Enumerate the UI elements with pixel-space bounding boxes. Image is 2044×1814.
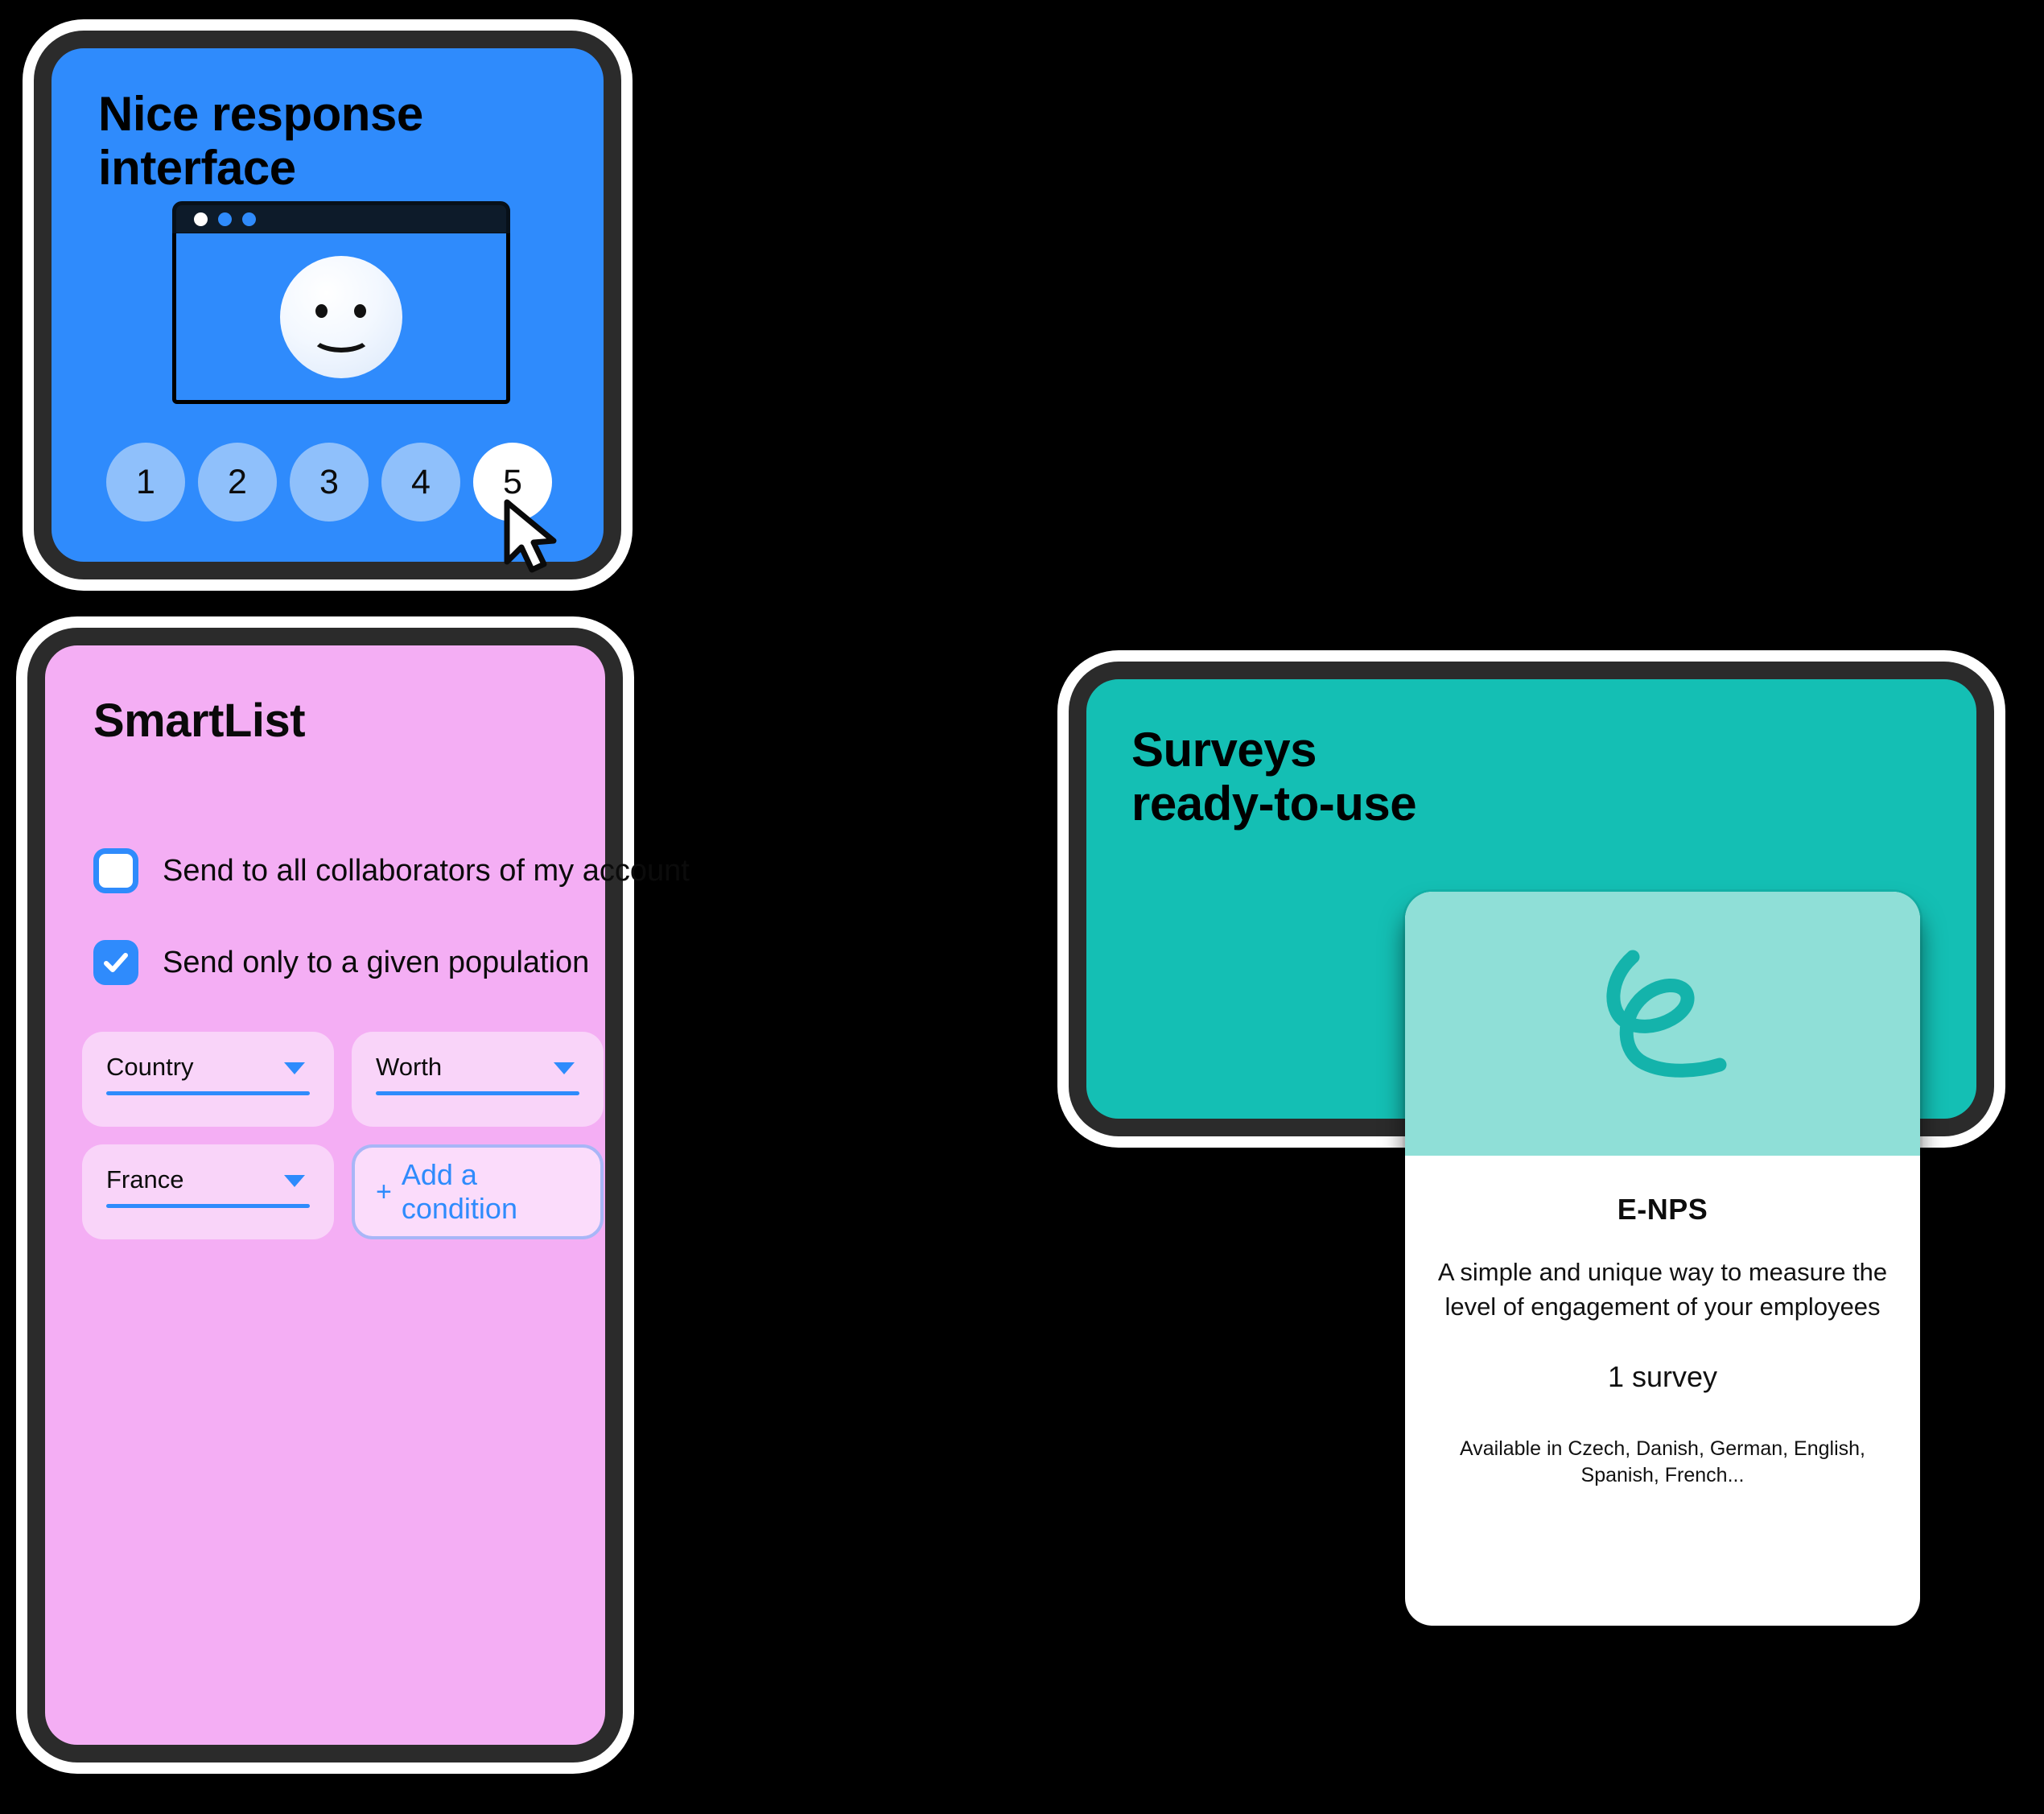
dropdown-worth-value: Worth	[376, 1053, 443, 1081]
enps-card-body: E-NPS A simple and unique way to measure…	[1405, 1156, 1920, 1490]
screenshot-stage: Nice response interface 1 2 3 4 5 SmartL…	[0, 0, 2044, 1814]
enps-card-hero	[1405, 892, 1920, 1156]
nice-response-interface-card: Nice response interface 1 2 3 4 5	[34, 31, 621, 579]
checkbox-given-population[interactable]	[93, 940, 138, 985]
chevron-down-icon[interactable]	[554, 1062, 575, 1074]
dropdown-france-value: France	[106, 1165, 184, 1194]
checkbox-all-collaborators[interactable]	[93, 848, 138, 893]
dropdown-france[interactable]: France	[82, 1144, 334, 1239]
cursive-e-logo-icon	[1606, 950, 1727, 1078]
enps-survey-languages: Available in Czech, Danish, German, Engl…	[1460, 1437, 1865, 1487]
window-dot-blue-icon	[218, 212, 232, 226]
field-underline	[106, 1091, 310, 1095]
dropdown-worth[interactable]: Worth	[352, 1032, 604, 1127]
browser-viewport	[172, 233, 510, 404]
enps-survey-count: 1 survey	[1607, 1359, 1718, 1393]
checkbox-row-all-collaborators[interactable]: Send to all collaborators of my account	[93, 848, 690, 893]
enps-survey-name: E-NPS	[1617, 1193, 1708, 1226]
condition-fields-grid: Country Worth France + Add a condition	[82, 1032, 604, 1239]
checkbox-label-all-collaborators: Send to all collaborators of my account	[163, 853, 690, 888]
blue-card-title: Nice response interface	[98, 87, 423, 196]
field-underline	[376, 1091, 579, 1095]
teal-card-title: Surveys ready-to-use	[1131, 723, 1417, 831]
checkbox-row-given-population[interactable]: Send only to a given population	[93, 940, 589, 985]
rating-scale: 1 2 3 4 5	[106, 443, 552, 522]
smartlist-card: SmartList Send to all collaborators of m…	[27, 628, 690, 1762]
smiley-eye-left-icon	[315, 303, 328, 318]
smiley-mouth-icon	[311, 320, 372, 352]
chevron-down-icon[interactable]	[284, 1062, 305, 1074]
add-condition-label: Add a condition	[401, 1158, 517, 1225]
add-condition-button[interactable]: + Add a condition	[352, 1144, 604, 1239]
rating-option-2[interactable]: 2	[198, 443, 277, 522]
mouse-pointer-icon	[504, 499, 557, 573]
smiley-face-icon	[280, 255, 402, 378]
checkbox-label-given-population: Send only to a given population	[163, 945, 590, 979]
smartlist-title: SmartList	[93, 695, 306, 747]
window-dot-white-icon	[194, 212, 208, 226]
smiley-eye-right-icon	[354, 303, 366, 318]
rating-option-1[interactable]: 1	[106, 443, 185, 522]
dropdown-country-value: Country	[106, 1053, 194, 1081]
chevron-down-icon[interactable]	[284, 1175, 305, 1187]
plus-icon: +	[376, 1176, 392, 1207]
rating-option-4[interactable]: 4	[381, 443, 460, 522]
check-icon	[104, 953, 128, 972]
rating-option-3[interactable]: 3	[290, 443, 369, 522]
browser-window-mockup	[172, 201, 510, 404]
enps-survey-description: A simple and unique way to measure the l…	[1437, 1258, 1888, 1321]
dropdown-country[interactable]: Country	[82, 1032, 334, 1127]
browser-title-bar	[172, 201, 510, 237]
window-dot-blue-icon	[242, 212, 256, 226]
enps-survey-card[interactable]: E-NPS A simple and unique way to measure…	[1405, 892, 1920, 1626]
field-underline	[106, 1204, 310, 1208]
